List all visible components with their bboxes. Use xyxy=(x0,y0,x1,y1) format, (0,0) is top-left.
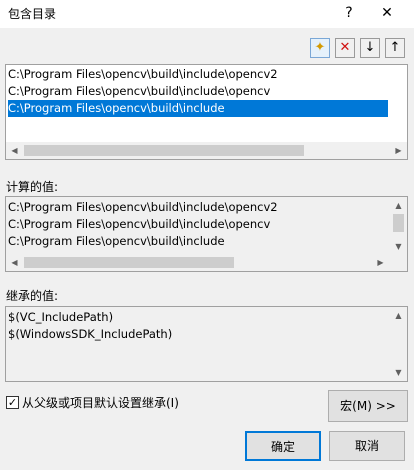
scroll-thumb[interactable] xyxy=(393,214,404,232)
move-down-button[interactable]: ↓ xyxy=(360,38,380,58)
macros-button[interactable]: 宏(M) >> xyxy=(328,390,408,422)
vertical-scrollbar[interactable]: ▲ ▼ xyxy=(390,197,407,255)
vertical-scrollbar[interactable]: ▲ ▼ xyxy=(390,307,407,381)
horizontal-scrollbar[interactable]: ◀ ▶ xyxy=(6,254,407,271)
check-icon: ✓ xyxy=(7,396,18,409)
delete-icon: ✕ xyxy=(339,40,351,55)
list-item: $(WindowsSDK_IncludePath) xyxy=(8,327,173,341)
evaluated-value-list: C:\Program Files\opencv\build\include\op… xyxy=(5,196,408,272)
scroll-right-icon[interactable]: ▶ xyxy=(372,254,389,271)
list-item-selected[interactable]: C:\Program Files\opencv\build\include xyxy=(8,100,388,117)
inherit-checkbox-label[interactable]: 从父级或项目默认设置继承(I) xyxy=(22,394,179,411)
inherited-values-label: 继承的值: xyxy=(6,289,59,303)
list-item[interactable]: C:\Program Files\opencv\build\include\op… xyxy=(8,66,388,83)
horizontal-scrollbar[interactable]: ◀ ▶ xyxy=(6,142,407,159)
scroll-up-icon[interactable]: ▲ xyxy=(390,197,407,214)
list-item: C:\Program Files\opencv\build\include\op… xyxy=(8,217,271,231)
scroll-thumb[interactable] xyxy=(24,257,234,268)
cancel-button[interactable]: 取消 xyxy=(329,431,405,461)
scroll-up-icon[interactable]: ▲ xyxy=(390,307,407,324)
arrow-up-icon: ↑ xyxy=(389,40,401,55)
close-button[interactable]: ✕ xyxy=(372,2,402,24)
dialog-title: 包含目录 xyxy=(8,7,57,21)
scroll-left-icon[interactable]: ◀ xyxy=(6,142,23,159)
scroll-down-icon[interactable]: ▼ xyxy=(390,364,407,381)
new-folder-icon: ✦ xyxy=(314,40,326,55)
inherit-checkbox[interactable]: ✓ xyxy=(6,396,19,409)
list-item: $(VC_IncludePath) xyxy=(8,310,114,324)
include-dirs-list[interactable]: C:\Program Files\opencv\build\include\op… xyxy=(5,64,408,160)
scroll-left-icon[interactable]: ◀ xyxy=(6,254,23,271)
help-button[interactable]: ? xyxy=(336,2,362,24)
ok-button[interactable]: 确定 xyxy=(245,431,321,461)
list-item[interactable]: C:\Program Files\opencv\build\include\op… xyxy=(8,83,388,100)
scroll-right-icon[interactable]: ▶ xyxy=(390,142,407,159)
inherited-values-list: $(VC_IncludePath) $(WindowsSDK_IncludePa… xyxy=(5,306,408,382)
move-up-button[interactable]: ↑ xyxy=(385,38,405,58)
list-item: C:\Program Files\opencv\build\include xyxy=(8,234,225,248)
list-item: C:\Program Files\opencv\build\include\op… xyxy=(8,200,278,214)
delete-button[interactable]: ✕ xyxy=(335,38,355,58)
scroll-down-icon[interactable]: ▼ xyxy=(390,238,407,255)
scroll-thumb[interactable] xyxy=(24,145,304,156)
arrow-down-icon: ↓ xyxy=(364,40,376,55)
new-line-button[interactable]: ✦ xyxy=(310,38,330,58)
evaluated-value-label: 计算的值: xyxy=(6,180,59,194)
